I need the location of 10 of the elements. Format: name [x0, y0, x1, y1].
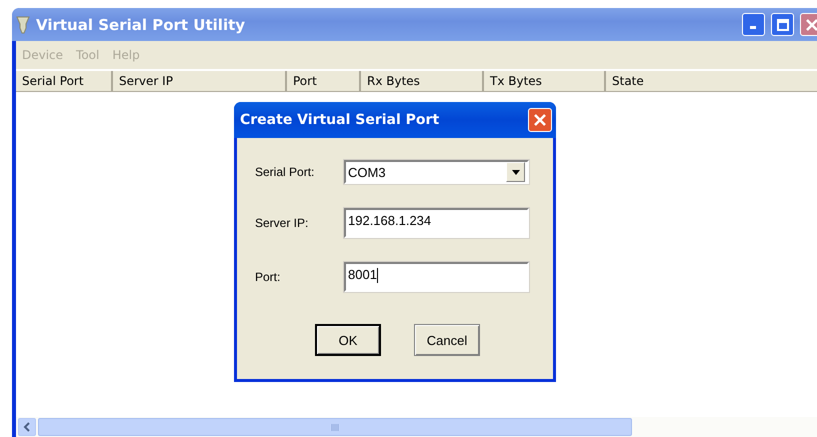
field-label: Serial Port:: [255, 165, 316, 179]
ok-button[interactable]: OK: [315, 324, 381, 356]
cancel-button[interactable]: Cancel: [414, 324, 480, 356]
input-field[interactable]: 8001: [344, 262, 529, 292]
serial-port-dropdown[interactable]: COM3: [344, 160, 529, 184]
input-field[interactable]: 192.168.1.234: [344, 208, 529, 238]
field-label: Server IP:: [255, 216, 310, 230]
dialog-title: Create Virtual Serial Port: [240, 112, 440, 128]
field-label: Port:: [255, 270, 282, 284]
window-title: Virtual Serial Port Utility: [36, 16, 246, 34]
